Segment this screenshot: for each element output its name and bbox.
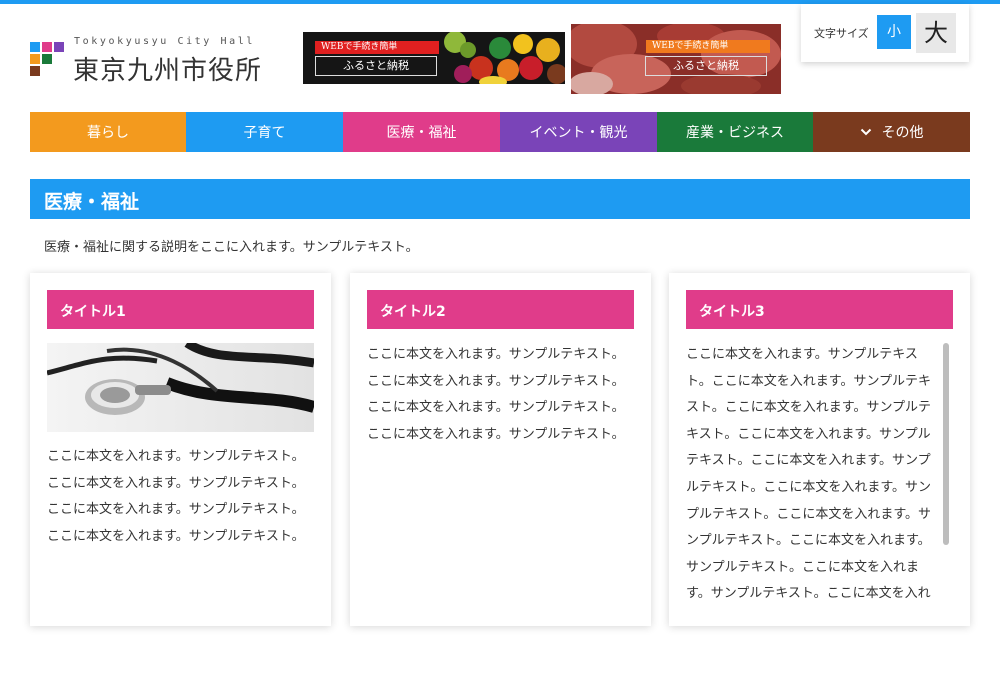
- card-body: ここに本文を入れます。サンプルテキスト。 ここに本文を入れます。サンプルテキスト…: [367, 342, 625, 448]
- content-card-2: タイトル2 ここに本文を入れます。サンプルテキスト。 ここに本文を入れます。サン…: [350, 273, 651, 626]
- nav-item-label: その他: [881, 125, 924, 141]
- card-text-line: ここに本文を入れます。サンプルテキスト。: [47, 528, 305, 544]
- furusato-banner-meat[interactable]: WEBで手続き簡単 ふるさと納税: [571, 24, 781, 94]
- card-text-line: す。サンプルテキスト。ここに本文を入れ: [686, 586, 931, 602]
- page-title: 医療・福祉: [44, 191, 140, 213]
- card-text-line: ここに本文を入れます。サンプルテキスト。: [367, 400, 625, 416]
- card-body: ここに本文を入れます。サンプルテキスト。 ここに本文を入れます。サンプルテキスト…: [47, 444, 305, 550]
- card-scrollbar[interactable]: [943, 343, 949, 545]
- card-title: タイトル3: [699, 304, 765, 320]
- card-text-line: ここに本文を入れます。サンプルテキスト。: [367, 373, 625, 389]
- logo-japanese-name: 東京九州市役所: [73, 56, 263, 86]
- banner-tag: WEBで手続き簡単: [315, 41, 439, 54]
- card-title: タイトル1: [60, 304, 126, 320]
- card-title-bar: タイトル3: [686, 290, 953, 329]
- section-description: 医療・福祉に関する説明をここに入れます。サンプルテキスト。: [44, 240, 419, 255]
- stethoscope-image: [47, 343, 314, 432]
- banner-tag: WEBで手続き簡単: [646, 40, 770, 53]
- card-body: ここに本文を入れます。サンプルテキス ト。ここに本文を入れます。サンプルテキ ス…: [686, 343, 931, 608]
- nav-item-iryou-fukushi[interactable]: 医療・福祉: [343, 112, 500, 152]
- font-size-small-button[interactable]: 小: [877, 15, 911, 49]
- nav-item-label: 医療・福祉: [386, 125, 457, 141]
- banner-label: ふるさと納税: [315, 56, 437, 76]
- card-text-line: ここに本文を入れます。サンプルテキス: [686, 347, 918, 362]
- card-text-line: ここに本文を入れます。サンプルテキスト。: [367, 426, 625, 442]
- logo-mark-icon: [30, 42, 66, 78]
- card-text-line: ここに本文を入れます。サンプルテキスト。: [47, 475, 305, 491]
- nav-item-event-kankou[interactable]: イベント・観光: [500, 112, 657, 152]
- banner-label: ふるさと納税: [645, 56, 767, 76]
- card-text-line: ト。ここに本文を入れます。サンプルテキ: [686, 373, 932, 389]
- card-text-line: プルテキスト。ここに本文を入れます。サ: [686, 506, 932, 522]
- nav-item-kurashi[interactable]: 暮らし: [30, 112, 186, 152]
- card-text-line: キスト。ここに本文を入れます。サンプル: [686, 426, 931, 442]
- site-logo[interactable]: Tokyokyusyu City Hall 東京九州市役所: [30, 36, 280, 86]
- chevron-down-icon: [860, 128, 871, 136]
- logo-english-name: Tokyokyusyu City Hall: [74, 36, 256, 47]
- global-nav: 暮らし 子育て 医療・福祉 イベント・観光 産業・ビジネス その他: [30, 112, 970, 152]
- nav-item-sonota[interactable]: その他: [813, 112, 970, 152]
- card-text-line: ここに本文を入れます。サンプルテキスト。: [367, 347, 625, 362]
- furusato-banner-fruits[interactable]: WEBで手続き簡単 ふるさと納税: [303, 32, 565, 84]
- card-text-line: ルテキスト。ここに本文を入れます。サン: [686, 479, 932, 495]
- card-text-line: ここに本文を入れます。サンプルテキスト。: [47, 502, 305, 518]
- card-title-bar: タイトル1: [47, 290, 314, 329]
- content-card-1: タイトル1 ここに本文を入れます。サンプルテキスト。 ここに本文を入れます。サン…: [30, 273, 331, 626]
- nav-item-sangyou-business[interactable]: 産業・ビジネス: [657, 112, 813, 152]
- card-text-line: ンプルテキスト。ここに本文を入れます。: [686, 533, 931, 549]
- nav-item-label: 産業・ビジネス: [686, 125, 784, 141]
- nav-item-label: 子育て: [243, 125, 286, 141]
- page-title-bar: 医療・福祉: [30, 179, 970, 219]
- font-size-label: 文字サイズ: [814, 27, 869, 40]
- card-text-line: サンプルテキスト。ここに本文を入れま: [686, 559, 919, 575]
- card-text-line: スト。ここに本文を入れます。サンプルテ: [686, 400, 932, 416]
- font-size-large-button[interactable]: 大: [916, 13, 956, 53]
- card-scroll-region[interactable]: ここに本文を入れます。サンプルテキス ト。ここに本文を入れます。サンプルテキ ス…: [686, 343, 956, 613]
- card-text-line: テキスト。ここに本文を入れます。サンプ: [686, 453, 931, 469]
- nav-item-kosodate[interactable]: 子育て: [186, 112, 343, 152]
- card-title-bar: タイトル2: [367, 290, 634, 329]
- nav-item-label: イベント・観光: [529, 125, 628, 141]
- card-title: タイトル2: [380, 304, 446, 320]
- nav-item-label: 暮らし: [87, 125, 129, 141]
- card-text-line: ここに本文を入れます。サンプルテキスト。: [47, 449, 305, 464]
- content-card-3: タイトル3 ここに本文を入れます。サンプルテキス ト。ここに本文を入れます。サン…: [669, 273, 970, 626]
